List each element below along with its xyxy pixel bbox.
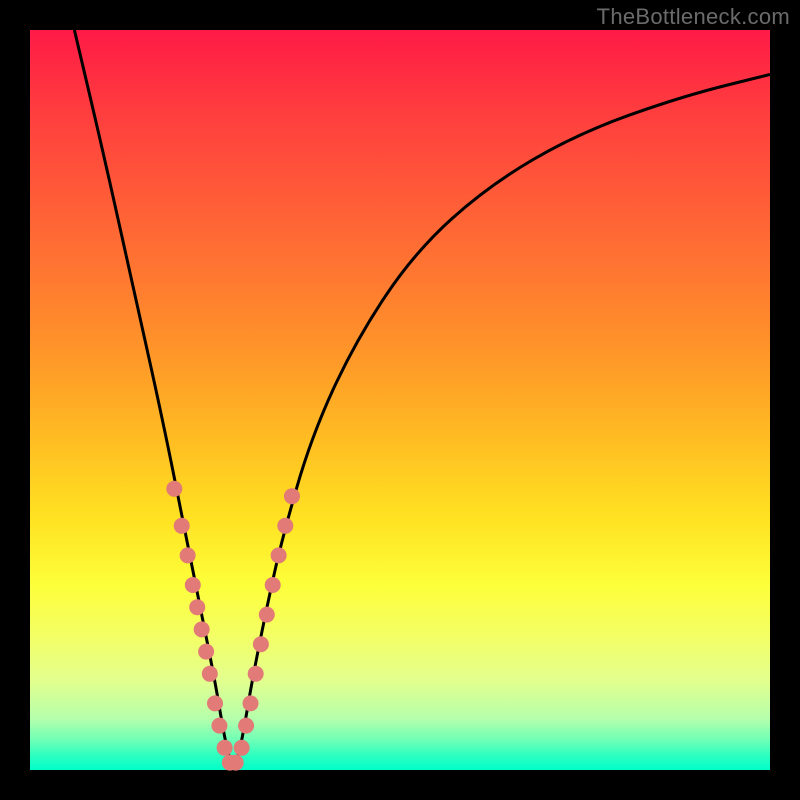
marker-dot <box>248 666 264 682</box>
outer-frame: TheBottleneck.com <box>0 0 800 800</box>
marker-dot <box>207 695 223 711</box>
bottleneck-curve-path <box>74 30 770 763</box>
chart-svg <box>30 30 770 770</box>
marker-dot <box>284 488 300 504</box>
marker-dot <box>228 755 244 771</box>
dots-layer <box>166 481 300 771</box>
marker-dot <box>211 718 227 734</box>
marker-dot <box>202 666 218 682</box>
marker-dot <box>277 518 293 534</box>
marker-dot <box>243 695 259 711</box>
plot-area <box>30 30 770 770</box>
marker-dot <box>234 740 250 756</box>
marker-dot <box>271 547 287 563</box>
watermark-text: TheBottleneck.com <box>597 4 790 30</box>
marker-dot <box>217 740 233 756</box>
marker-dot <box>166 481 182 497</box>
marker-dot <box>174 518 190 534</box>
curve-layer <box>74 30 770 763</box>
marker-dot <box>189 599 205 615</box>
marker-dot <box>238 718 254 734</box>
marker-dot <box>265 577 281 593</box>
marker-dot <box>194 621 210 637</box>
marker-dot <box>185 577 201 593</box>
marker-dot <box>253 636 269 652</box>
marker-dot <box>180 547 196 563</box>
marker-dot <box>198 644 214 660</box>
marker-dot <box>259 607 275 623</box>
